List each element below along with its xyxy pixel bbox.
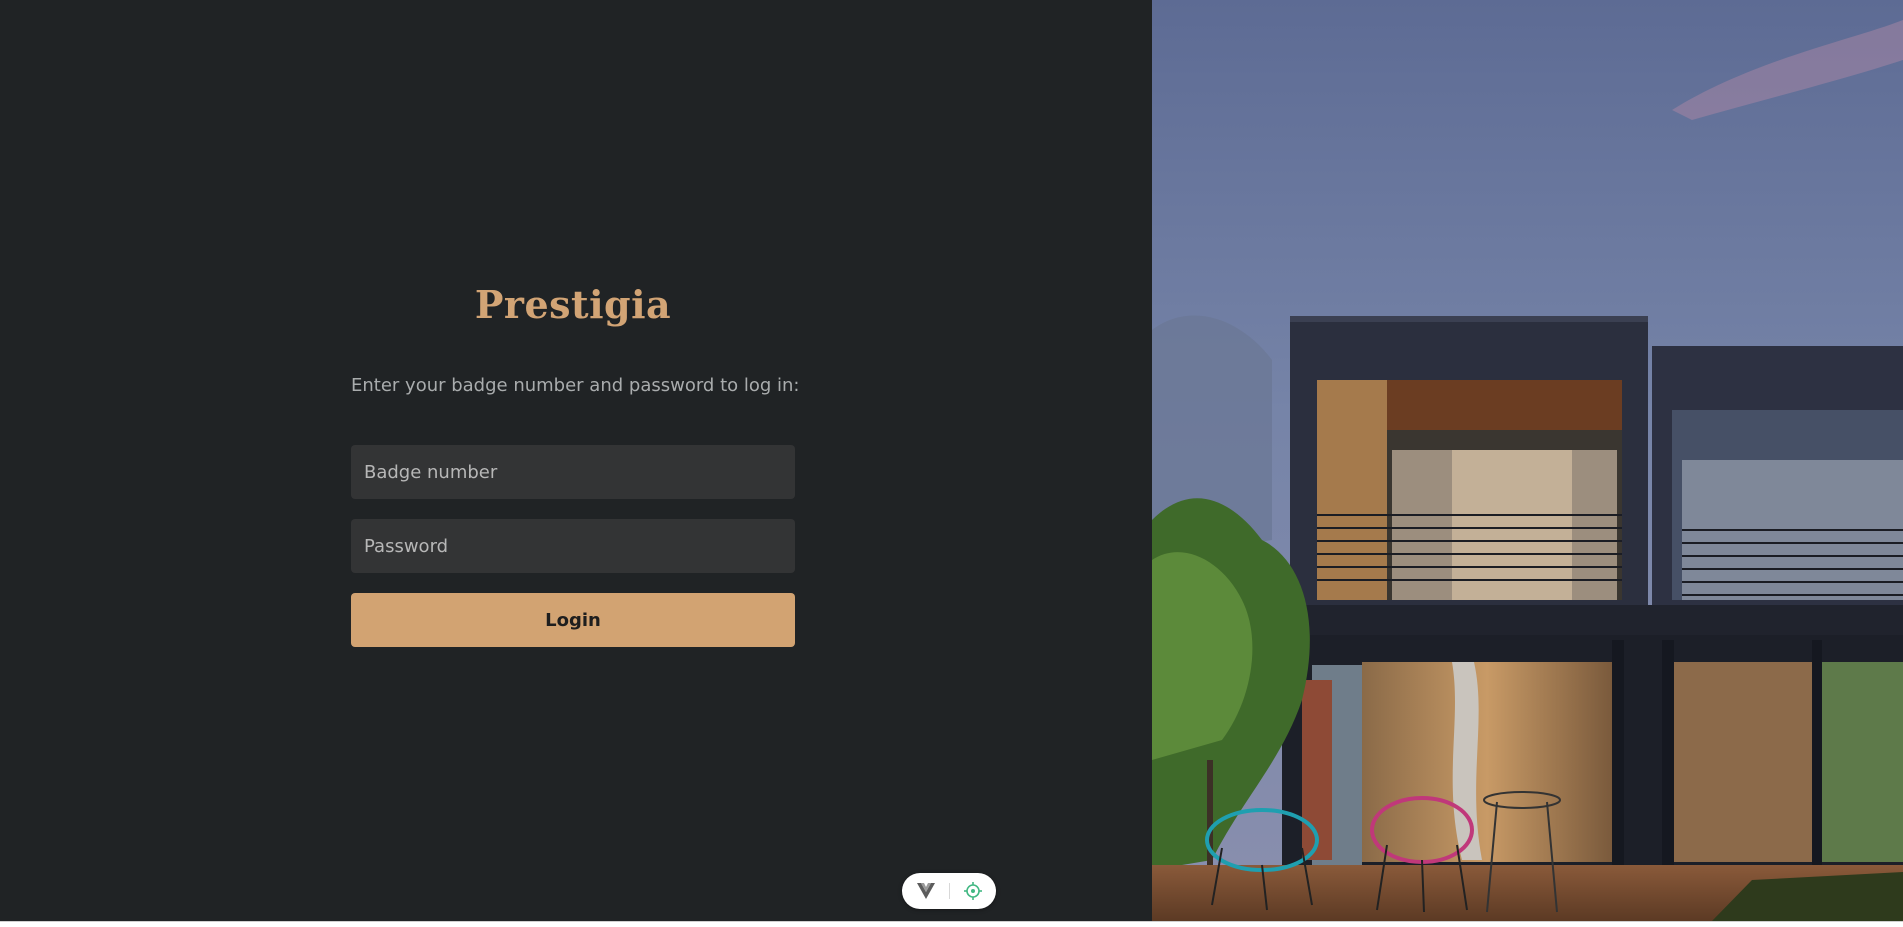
hero-image (1152, 0, 1903, 921)
brand-title: Prestigia (474, 282, 672, 327)
login-instructions: Enter your badge number and password to … (351, 375, 800, 396)
vue-devtools-icon[interactable] (911, 876, 941, 906)
password-input[interactable] (351, 519, 795, 573)
toolbar-divider (948, 883, 950, 899)
login-page: Prestigia Enter your badge number and pa… (0, 0, 1903, 921)
crosshair-inspect-icon[interactable] (958, 876, 988, 906)
login-button[interactable]: Login (351, 593, 795, 647)
login-panel: Prestigia Enter your badge number and pa… (0, 0, 1152, 921)
window-bottom-edge (0, 921, 1903, 927)
login-form: Prestigia Enter your badge number and pa… (351, 270, 800, 647)
house-photo (1152, 0, 1903, 921)
badge-number-input[interactable] (351, 445, 795, 499)
dev-toolbar (902, 873, 996, 909)
